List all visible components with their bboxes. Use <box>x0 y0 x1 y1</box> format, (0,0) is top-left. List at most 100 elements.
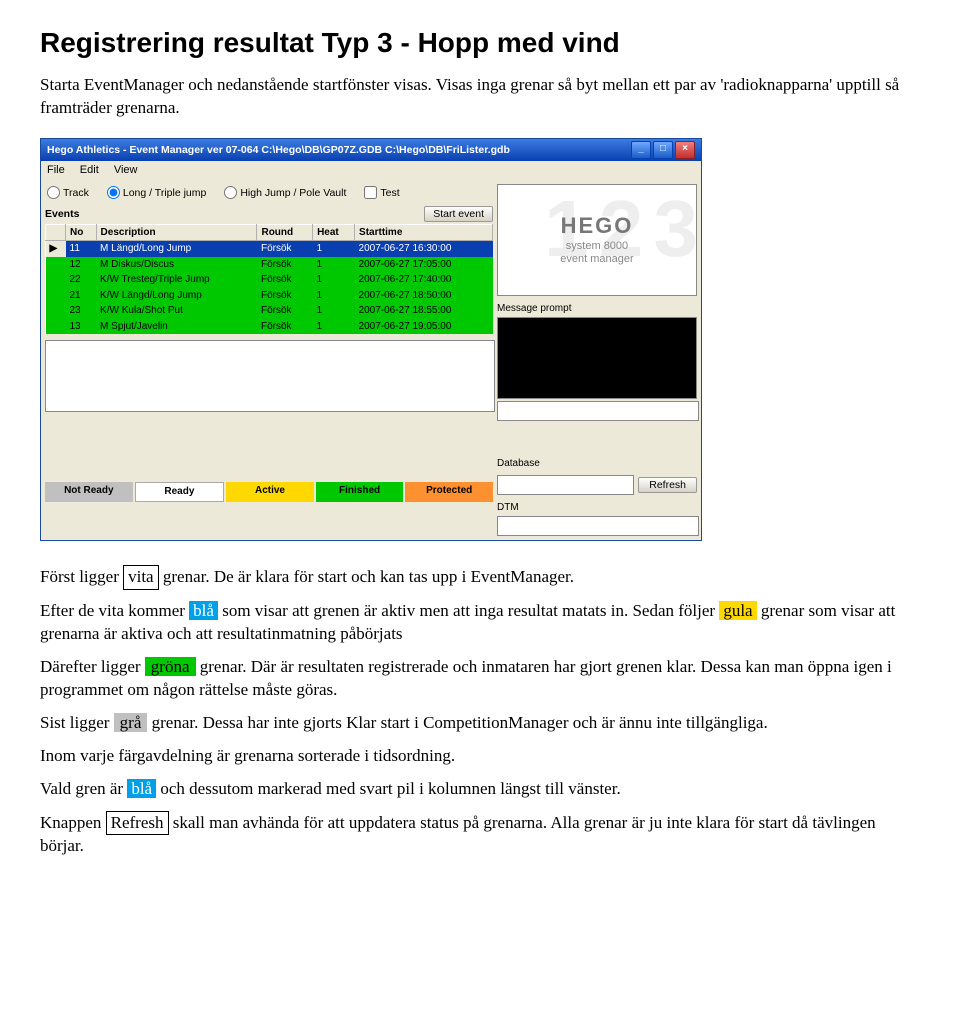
col-desc[interactable]: Description <box>96 224 257 241</box>
col-start[interactable]: Starttime <box>355 224 493 241</box>
cell-no: 12 <box>66 257 97 273</box>
message-input[interactable] <box>497 401 699 421</box>
start-event-button[interactable]: Start event <box>424 206 493 222</box>
legend-active: Active <box>226 482 314 502</box>
menu-file[interactable]: File <box>47 164 65 176</box>
col-arrow[interactable] <box>46 224 66 241</box>
legend-protected: Protected <box>405 482 493 502</box>
cell-heat: 1 <box>313 257 355 273</box>
status-legend: Not Ready Ready Active Finished Protecte… <box>45 482 493 502</box>
cell-start: 2007-06-27 19:05:00 <box>355 319 493 335</box>
menu-edit[interactable]: Edit <box>80 164 99 176</box>
cell-round: Försök <box>257 241 313 257</box>
col-heat[interactable]: Heat <box>313 224 355 241</box>
row-arrow <box>46 319 66 335</box>
cell-start: 2007-06-27 17:05:00 <box>355 257 493 273</box>
chip-bla-2: blå <box>127 779 156 798</box>
cell-start: 2007-06-27 16:30:00 <box>355 241 493 257</box>
cell-start: 2007-06-27 18:55:00 <box>355 303 493 319</box>
para-vita: Först ligger vita grenar. De är klara fö… <box>40 565 920 590</box>
table-row[interactable]: ▶11M Längd/Long JumpFörsök12007-06-27 16… <box>46 241 493 257</box>
col-round[interactable]: Round <box>257 224 313 241</box>
para-refresh: Knappen Refresh skall man avhända för at… <box>40 811 920 859</box>
row-arrow <box>46 288 66 304</box>
cell-desc: M Längd/Long Jump <box>96 241 257 257</box>
cell-no: 23 <box>66 303 97 319</box>
cell-no: 22 <box>66 272 97 288</box>
events-label: Events <box>45 207 79 221</box>
cell-no: 11 <box>66 241 97 257</box>
radio-ltj-label: Long / Triple jump <box>123 186 206 200</box>
cell-heat: 1 <box>313 303 355 319</box>
close-button[interactable]: × <box>675 141 695 159</box>
para-grona: Därefter ligger gröna grenar. Där är res… <box>40 656 920 702</box>
cell-desc: K/W Tresteg/Triple Jump <box>96 272 257 288</box>
row-arrow: ▶ <box>46 241 66 257</box>
cell-heat: 1 <box>313 272 355 288</box>
col-no[interactable]: No <box>66 224 97 241</box>
cell-round: Försök <box>257 303 313 319</box>
cell-start: 2007-06-27 18:50:00 <box>355 288 493 304</box>
table-row[interactable]: 23K/W Kula/Shot PutFörsök12007-06-27 18:… <box>46 303 493 319</box>
cell-round: Försök <box>257 257 313 273</box>
app-window: Hego Athletics - Event Manager ver 07-06… <box>40 138 702 541</box>
window-title: Hego Athletics - Event Manager ver 07-06… <box>47 143 631 157</box>
dtm-input[interactable] <box>497 516 699 536</box>
cell-round: Försök <box>257 272 313 288</box>
cell-desc: K/W Längd/Long Jump <box>96 288 257 304</box>
table-row[interactable]: 22K/W Tresteg/Triple JumpFörsök12007-06-… <box>46 272 493 288</box>
cell-no: 21 <box>66 288 97 304</box>
chip-vita: vita <box>123 565 159 590</box>
cell-heat: 1 <box>313 288 355 304</box>
table-row[interactable]: 21K/W Längd/Long JumpFörsök12007-06-27 1… <box>46 288 493 304</box>
chip-gra: grå <box>114 713 148 732</box>
menu-view[interactable]: View <box>114 164 138 176</box>
table-row[interactable]: 13M Spjut/JavelinFörsök12007-06-27 19:05… <box>46 319 493 335</box>
cell-round: Försök <box>257 319 313 335</box>
checkbox-test[interactable]: Test <box>364 186 399 200</box>
cell-no: 13 <box>66 319 97 335</box>
chip-bla: blå <box>189 601 218 620</box>
cell-desc: M Diskus/Discus <box>96 257 257 273</box>
intro-text: Starta EventManager och nedanstående sta… <box>40 74 920 120</box>
checkbox-test-label: Test <box>380 186 399 200</box>
cell-round: Försök <box>257 288 313 304</box>
para-sort: Inom varje färgavdelning är grenarna sor… <box>40 745 920 768</box>
radio-hjpv-label: High Jump / Pole Vault <box>240 186 346 200</box>
events-table: No Description Round Heat Starttime ▶11M… <box>45 224 493 335</box>
cell-heat: 1 <box>313 241 355 257</box>
para-selected: Vald gren är blå och dessutom markerad m… <box>40 778 920 801</box>
message-prompt-label: Message prompt <box>497 302 697 316</box>
minimize-button[interactable]: _ <box>631 141 651 159</box>
radio-track-label: Track <box>63 186 89 200</box>
row-arrow <box>46 257 66 273</box>
radio-high-pole[interactable]: High Jump / Pole Vault <box>224 186 346 200</box>
table-row[interactable]: 12M Diskus/DiscusFörsök12007-06-27 17:05… <box>46 257 493 273</box>
para-bla-gula: Efter de vita kommer blå som visar att g… <box>40 600 920 646</box>
row-arrow <box>46 303 66 319</box>
row-arrow <box>46 272 66 288</box>
database-label: Database <box>497 457 697 471</box>
cell-heat: 1 <box>313 319 355 335</box>
hego-brand: HEGO <box>560 213 633 239</box>
maximize-button[interactable]: □ <box>653 141 673 159</box>
radio-track[interactable]: Track <box>47 186 89 200</box>
chip-gula: gula <box>719 601 756 620</box>
titlebar[interactable]: Hego Athletics - Event Manager ver 07-06… <box>41 139 701 161</box>
legend-finished: Finished <box>316 482 404 502</box>
events-empty-area <box>45 340 495 412</box>
hego-sub2: event manager <box>560 253 633 266</box>
refresh-button[interactable]: Refresh <box>638 477 697 493</box>
page-title: Registrering resultat Typ 3 - Hopp med v… <box>40 24 920 62</box>
cell-desc: M Spjut/Javelin <box>96 319 257 335</box>
radio-long-triple[interactable]: Long / Triple jump <box>107 186 206 200</box>
legend-not-ready: Not Ready <box>45 482 133 502</box>
dtm-label: DTM <box>497 501 697 515</box>
database-input[interactable] <box>497 475 634 495</box>
para-gra: Sist ligger grå grenar. Dessa har inte g… <box>40 712 920 735</box>
cell-desc: K/W Kula/Shot Put <box>96 303 257 319</box>
cell-start: 2007-06-27 17:40:00 <box>355 272 493 288</box>
legend-ready: Ready <box>135 482 225 502</box>
message-prompt-area <box>497 317 697 399</box>
hego-logo-panel: 1 2 3 HEGO system 8000 event manager <box>497 184 697 296</box>
